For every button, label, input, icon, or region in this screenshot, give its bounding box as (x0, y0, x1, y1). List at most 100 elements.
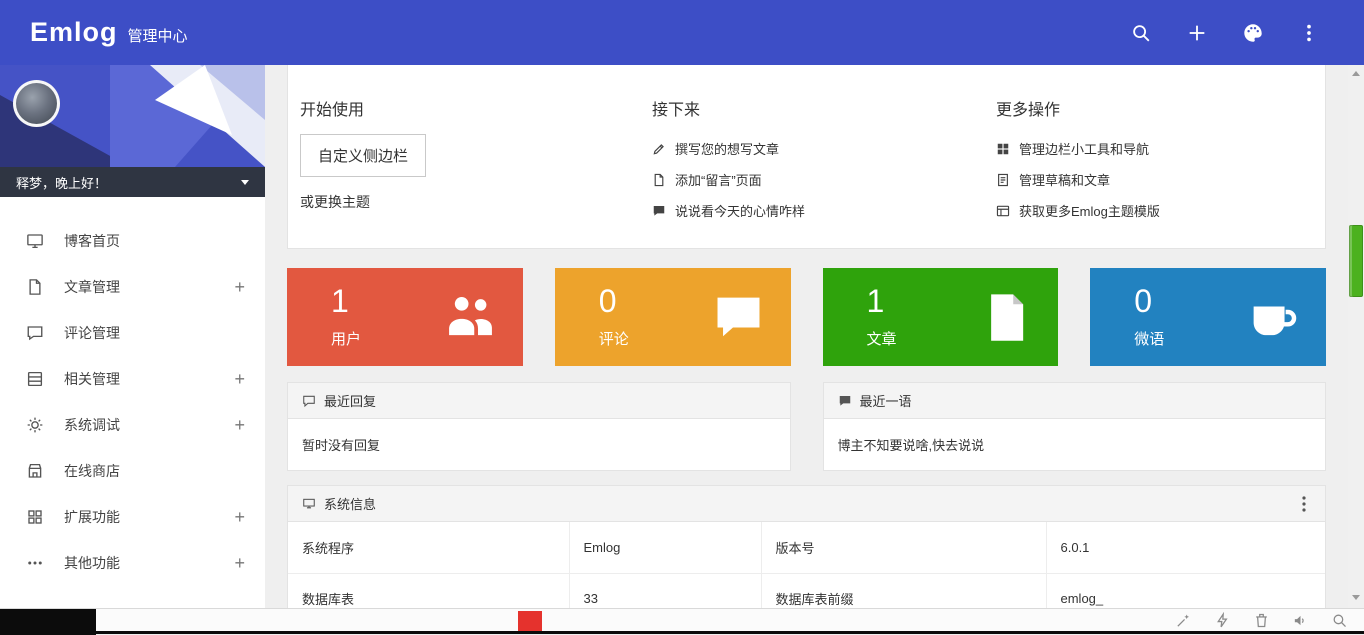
gear-icon (26, 416, 44, 434)
table-row: 系统程序 Emlog 版本号 6.0.1 (288, 522, 1325, 573)
comments-icon (26, 324, 44, 342)
scrollbar[interactable] (1348, 65, 1364, 608)
reply-bubble-icon (302, 394, 316, 408)
expand-indicator[interactable]: + (234, 369, 245, 390)
welcome-panel: 开始使用 自定义侧边栏 或更换主题 接下来 撰写您的想写文章 添加“留言”页面 … (287, 65, 1326, 249)
app-logo[interactable]: Emlog (30, 17, 118, 48)
scrollbar-thumb[interactable] (1349, 225, 1363, 297)
page-search-icon[interactable] (1331, 612, 1348, 629)
add-page-link[interactable]: 添加“留言”页面 (652, 164, 762, 195)
avatar[interactable] (13, 80, 60, 127)
triangle-up-icon (1352, 71, 1360, 76)
store-icon (26, 462, 44, 480)
sidebar-item-label: 其他功能 (64, 553, 120, 573)
stat-card-whispers[interactable]: 0 微语 (1090, 268, 1326, 366)
link-label: 说说看今天的心情咋样 (675, 201, 805, 220)
magic-wand-icon[interactable] (1175, 612, 1192, 629)
sidebar-item-others[interactable]: 其他功能 + (0, 540, 265, 586)
page-title: 管理中心 (128, 25, 188, 46)
info-value: emlog_ (1046, 573, 1325, 608)
system-monitor-icon (302, 497, 316, 511)
manage-widgets-link[interactable]: 管理边栏小工具和导航 (996, 133, 1149, 164)
main-content: 开始使用 自定义侧边栏 或更换主题 接下来 撰写您的想写文章 添加“留言”页面 … (265, 65, 1348, 608)
system-info-panel: 系统信息 系统程序 Emlog 版本号 6.0.1 数据库表 33 数据库表前缀… (287, 485, 1326, 608)
sidebar-item-home[interactable]: 博客首页 (0, 218, 265, 264)
add-icon[interactable] (1186, 22, 1208, 44)
panel-header: 最近一语 (824, 383, 1326, 419)
stat-card-comments[interactable]: 0 评论 (555, 268, 791, 366)
stat-label: 文章 (867, 328, 897, 349)
info-value: 6.0.1 (1046, 522, 1325, 573)
taskbar-app-tile[interactable] (518, 611, 542, 632)
info-key: 系统程序 (288, 522, 569, 573)
stat-cards: 1 用户 0 评论 1 文章 0 微语 (287, 268, 1326, 366)
whisper-chat-icon (838, 394, 852, 408)
expand-indicator[interactable]: + (234, 507, 245, 528)
panel-more-icon[interactable] (1297, 496, 1311, 512)
expand-indicator[interactable]: + (234, 277, 245, 298)
archive-icon (26, 370, 44, 388)
sidebar-item-label: 评论管理 (64, 323, 120, 343)
ellipsis-icon (26, 554, 44, 572)
panel-body-text[interactable]: 博主不知要说啥,快去说说 (824, 419, 1326, 470)
sidebar-item-label: 文章管理 (64, 277, 120, 297)
recent-panels: 最近回复 暂时没有回复 最近一语 博主不知要说啥,快去说说 (287, 382, 1326, 471)
post-mood-link[interactable]: 说说看今天的心情咋样 (652, 195, 805, 226)
info-value: 33 (569, 573, 761, 608)
link-label: 获取更多Emlog主题模版 (1019, 201, 1160, 220)
search-icon[interactable] (1130, 22, 1152, 44)
welcome-col-start: 开始使用 自定义侧边栏 或更换主题 (300, 96, 652, 226)
sidebar-item-debug[interactable]: 系统调试 + (0, 402, 265, 448)
write-article-link[interactable]: 撰写您的想写文章 (652, 133, 779, 164)
widgets-icon (996, 142, 1010, 156)
sidebar: 释梦，晚上好！ 博客首页 文章管理 + 评论管理 相关管理 + 系统调试 + (0, 65, 265, 608)
sidebar-item-extensions[interactable]: 扩展功能 + (0, 494, 265, 540)
sidebar-item-label: 扩展功能 (64, 507, 120, 527)
document-icon (26, 278, 44, 296)
flash-icon[interactable] (1214, 612, 1231, 629)
stat-value: 1 (331, 283, 349, 320)
stat-value: 0 (1134, 283, 1152, 320)
draft-icon (996, 173, 1010, 187)
theme-palette-icon[interactable] (1242, 22, 1264, 44)
sidebar-item-articles[interactable]: 文章管理 + (0, 264, 265, 310)
section-title: 接下来 (652, 96, 996, 120)
trash-icon[interactable] (1253, 612, 1270, 629)
section-title: 更多操作 (996, 96, 1313, 120)
stat-value: 1 (867, 283, 885, 320)
get-themes-link[interactable]: 获取更多Emlog主题模版 (996, 195, 1160, 226)
sidebar-item-store[interactable]: 在线商店 (0, 448, 265, 494)
recent-whisper-panel: 最近一语 博主不知要说啥,快去说说 (823, 382, 1327, 471)
panel-title: 最近一语 (860, 391, 912, 410)
sidebar-item-comments[interactable]: 评论管理 (0, 310, 265, 356)
speaker-icon[interactable] (1292, 612, 1309, 629)
more-actions-list: 管理边栏小工具和导航 管理草稿和文章 获取更多Emlog主题模版 (996, 133, 1313, 226)
browser-status-icons (1175, 610, 1348, 631)
monitor-icon (26, 232, 44, 250)
bottom-toolbar (0, 608, 1364, 634)
scroll-up-arrow[interactable] (1348, 66, 1364, 80)
manage-drafts-link[interactable]: 管理草稿和文章 (996, 164, 1110, 195)
expand-indicator[interactable]: + (234, 415, 245, 436)
page-icon (652, 173, 666, 187)
stat-card-articles[interactable]: 1 文章 (823, 268, 1059, 366)
scroll-down-arrow[interactable] (1348, 590, 1364, 604)
expand-indicator[interactable]: + (234, 553, 245, 574)
sidebar-item-label: 系统调试 (64, 415, 120, 435)
sidebar-item-related[interactable]: 相关管理 + (0, 356, 265, 402)
write-icon (652, 142, 666, 156)
user-greeting-bar[interactable]: 释梦，晚上好！ (0, 167, 265, 197)
chat-icon (652, 204, 666, 218)
triangle-down-icon (1352, 595, 1360, 600)
topbar: Emlog 管理中心 (0, 0, 1364, 65)
welcome-col-next: 接下来 撰写您的想写文章 添加“留言”页面 说说看今天的心情咋样 (652, 96, 996, 226)
stat-card-users[interactable]: 1 用户 (287, 268, 523, 366)
template-icon (996, 204, 1010, 218)
panel-title: 系统信息 (324, 494, 376, 513)
change-theme-link[interactable]: 或更换主题 (300, 192, 370, 212)
customize-sidebar-button[interactable]: 自定义侧边栏 (300, 134, 426, 177)
more-menu-icon[interactable] (1298, 22, 1320, 44)
system-info-table: 系统程序 Emlog 版本号 6.0.1 数据库表 33 数据库表前缀 emlo… (288, 522, 1325, 608)
comment-icon (712, 291, 765, 344)
info-key: 版本号 (761, 522, 1046, 573)
